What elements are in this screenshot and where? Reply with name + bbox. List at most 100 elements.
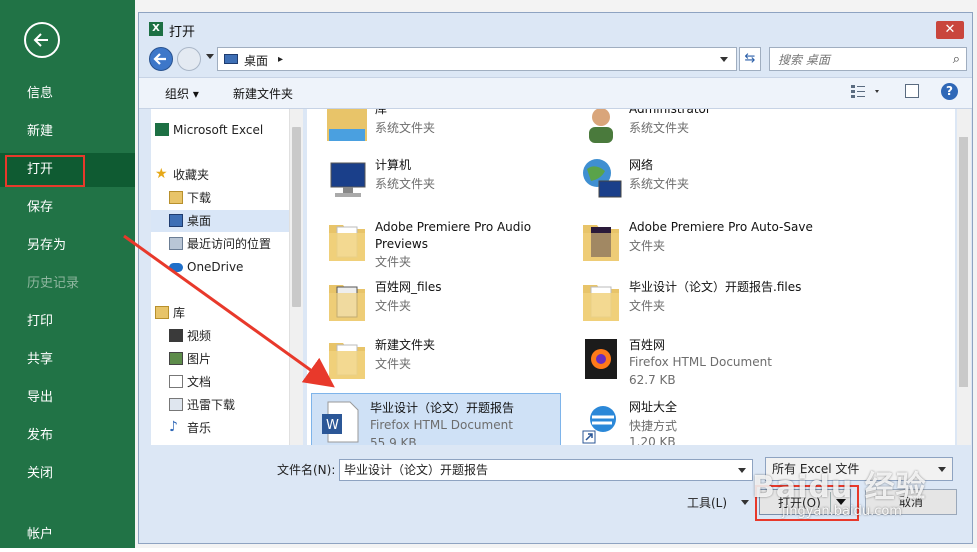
nav-label: 文档 bbox=[187, 375, 212, 389]
file-type: 系统文件夹 bbox=[375, 121, 436, 135]
file-item-baixing-files[interactable]: 百姓网_files 文件夹 bbox=[317, 273, 567, 331]
nav-label: Microsoft Excel bbox=[173, 123, 264, 137]
nav-scrollbar[interactable] bbox=[289, 109, 303, 445]
file-item-premiere-autosave[interactable]: Adobe Premiere Pro Auto-Save 文件夹 bbox=[571, 213, 821, 271]
nav-item-excel[interactable]: Microsoft Excel bbox=[151, 119, 299, 141]
file-type: 快捷方式 bbox=[629, 419, 678, 433]
address-dropdown-icon[interactable] bbox=[720, 57, 728, 62]
close-button[interactable]: ✕ bbox=[936, 21, 964, 39]
filename-dropdown-icon[interactable] bbox=[738, 468, 746, 473]
file-item-baixing[interactable]: 百姓网 Firefox HTML Document 62.7 KB bbox=[571, 331, 821, 389]
filename-input[interactable]: 毕业设计（论文）开题报告 bbox=[339, 459, 753, 481]
file-type: 文件夹 bbox=[629, 299, 666, 313]
file-item-thesis-report[interactable]: W 毕业设计（论文）开题报告 Firefox HTML Document 55.… bbox=[311, 393, 561, 445]
tools-dropdown-icon[interactable] bbox=[741, 500, 749, 505]
nav-item-onedrive[interactable]: OneDrive bbox=[151, 256, 299, 278]
refresh-button[interactable]: ⇆ bbox=[739, 47, 761, 71]
search-icon[interactable]: ⌕ bbox=[953, 52, 960, 67]
nav-item-favorites[interactable]: ★ 收藏夹 bbox=[151, 164, 299, 186]
nav-label: OneDrive bbox=[187, 260, 244, 274]
back-button[interactable] bbox=[149, 47, 173, 71]
menu-publish[interactable]: 发布 bbox=[0, 419, 135, 453]
menu-close[interactable]: 关闭 bbox=[0, 457, 135, 491]
excel-icon bbox=[155, 123, 169, 136]
nav-item-library[interactable]: 库 bbox=[151, 302, 299, 324]
file-item-new-folder[interactable]: 新建文件夹 文件夹 bbox=[317, 331, 567, 389]
dialog-title: 打开 bbox=[169, 25, 196, 40]
file-item-computer[interactable]: 计算机 系统文件夹 bbox=[317, 151, 567, 209]
change-view-icon[interactable] bbox=[851, 84, 879, 100]
preview-pane-icon[interactable] bbox=[905, 84, 919, 98]
svg-text:W: W bbox=[326, 418, 339, 433]
breadcrumb-arrow-icon[interactable]: ▸ bbox=[278, 54, 283, 65]
file-name: 毕业设计（论文）开题报告 bbox=[370, 401, 515, 415]
file-item-premiere-audio[interactable]: Adobe Premiere Pro Audio Previews 文件夹 bbox=[317, 213, 567, 271]
address-bar: 桌面 ▸ ⇆ ⌕ bbox=[139, 45, 972, 75]
dialog-toolbar: 组织 ▾ 新建文件夹 ? bbox=[139, 77, 972, 109]
file-name: 新建文件夹 bbox=[375, 338, 436, 352]
nav-item-thunder[interactable]: 迅雷下载 bbox=[151, 394, 299, 416]
folder-icon bbox=[583, 285, 619, 321]
file-item-library[interactable]: 库 系统文件夹 bbox=[317, 109, 567, 153]
folder-icon bbox=[583, 225, 619, 261]
computer-icon bbox=[330, 162, 366, 197]
menu-account[interactable]: 帐户 bbox=[0, 518, 135, 552]
filetype-dropdown-icon[interactable] bbox=[938, 467, 946, 472]
filename-value[interactable]: 毕业设计（论文）开题报告 bbox=[344, 463, 488, 477]
nav-item-downloads[interactable]: 下载 bbox=[151, 187, 299, 209]
forward-button[interactable] bbox=[177, 47, 201, 71]
menu-share[interactable]: 共享 bbox=[0, 343, 135, 377]
word-doc-icon: W bbox=[322, 401, 359, 443]
nav-label: 收藏夹 bbox=[173, 168, 210, 182]
file-scrollbar[interactable] bbox=[957, 109, 971, 445]
thunder-icon bbox=[169, 398, 183, 411]
file-name: Adobe Premiere Pro Audio Previews bbox=[375, 220, 532, 251]
search-box[interactable]: ⌕ bbox=[769, 47, 967, 71]
menu-save-as[interactable]: 另存为 bbox=[0, 229, 135, 263]
library-folder-icon bbox=[327, 109, 367, 141]
nav-item-recent[interactable]: 最近访问的位置 bbox=[151, 233, 299, 255]
menu-new[interactable]: 新建 bbox=[0, 115, 135, 149]
nav-label: 视频 bbox=[187, 329, 212, 343]
file-item-network[interactable]: 网络 系统文件夹 bbox=[571, 151, 821, 209]
file-type: Firefox HTML Document bbox=[629, 355, 772, 369]
file-type: 文件夹 bbox=[375, 255, 412, 269]
help-icon[interactable]: ? bbox=[941, 83, 958, 100]
nav-item-desktop[interactable]: 桌面 bbox=[151, 210, 299, 232]
dialog-titlebar: X 打开 ✕ bbox=[139, 13, 972, 43]
file-name: 百姓网_files bbox=[375, 280, 442, 294]
menu-save[interactable]: 保存 bbox=[0, 191, 135, 225]
nav-scroll-thumb[interactable] bbox=[292, 127, 301, 307]
document-icon bbox=[169, 375, 183, 388]
nav-item-music[interactable]: ♪ 音乐 bbox=[151, 417, 299, 439]
file-item-thesis-files[interactable]: 毕业设计（论文）开题报告.files 文件夹 bbox=[571, 273, 821, 331]
file-item-url-list[interactable]: 网址大全 快捷方式 1.20 KB bbox=[571, 393, 821, 445]
back-arrow-icon[interactable] bbox=[24, 22, 60, 58]
nav-label: 图片 bbox=[187, 352, 212, 366]
menu-print[interactable]: 打印 bbox=[0, 305, 135, 339]
tools-button[interactable]: 工具(L) bbox=[687, 494, 727, 511]
recent-pages-dropdown-icon[interactable] bbox=[206, 54, 214, 59]
menu-info[interactable]: 信息 bbox=[0, 77, 135, 111]
new-folder-button[interactable]: 新建文件夹 bbox=[233, 85, 293, 102]
nav-item-documents[interactable]: 文档 bbox=[151, 371, 299, 393]
file-scroll-thumb[interactable] bbox=[959, 137, 968, 387]
ie-shortcut-icon bbox=[582, 406, 616, 444]
address-location[interactable]: 桌面 bbox=[244, 52, 268, 69]
menu-export[interactable]: 导出 bbox=[0, 381, 135, 415]
organize-button[interactable]: 组织 ▾ bbox=[165, 85, 199, 102]
star-icon: ★ bbox=[155, 166, 168, 182]
nav-label: 下载 bbox=[187, 191, 212, 205]
search-input[interactable] bbox=[776, 49, 940, 71]
nav-item-video[interactable]: 视频 bbox=[151, 325, 299, 347]
firefox-doc-icon bbox=[585, 339, 617, 379]
file-name: 毕业设计（论文）开题报告.files bbox=[629, 280, 802, 294]
address-box[interactable]: 桌面 ▸ bbox=[217, 47, 737, 71]
recent-icon bbox=[169, 237, 183, 250]
menu-history: 历史记录 bbox=[27, 276, 80, 291]
nav-item-pictures[interactable]: 图片 bbox=[151, 348, 299, 370]
file-item-administrator[interactable]: Administrator 系统文件夹 bbox=[571, 109, 821, 153]
filename-label: 文件名(N): bbox=[277, 463, 336, 477]
library-icon bbox=[155, 306, 169, 319]
video-icon bbox=[169, 329, 183, 342]
